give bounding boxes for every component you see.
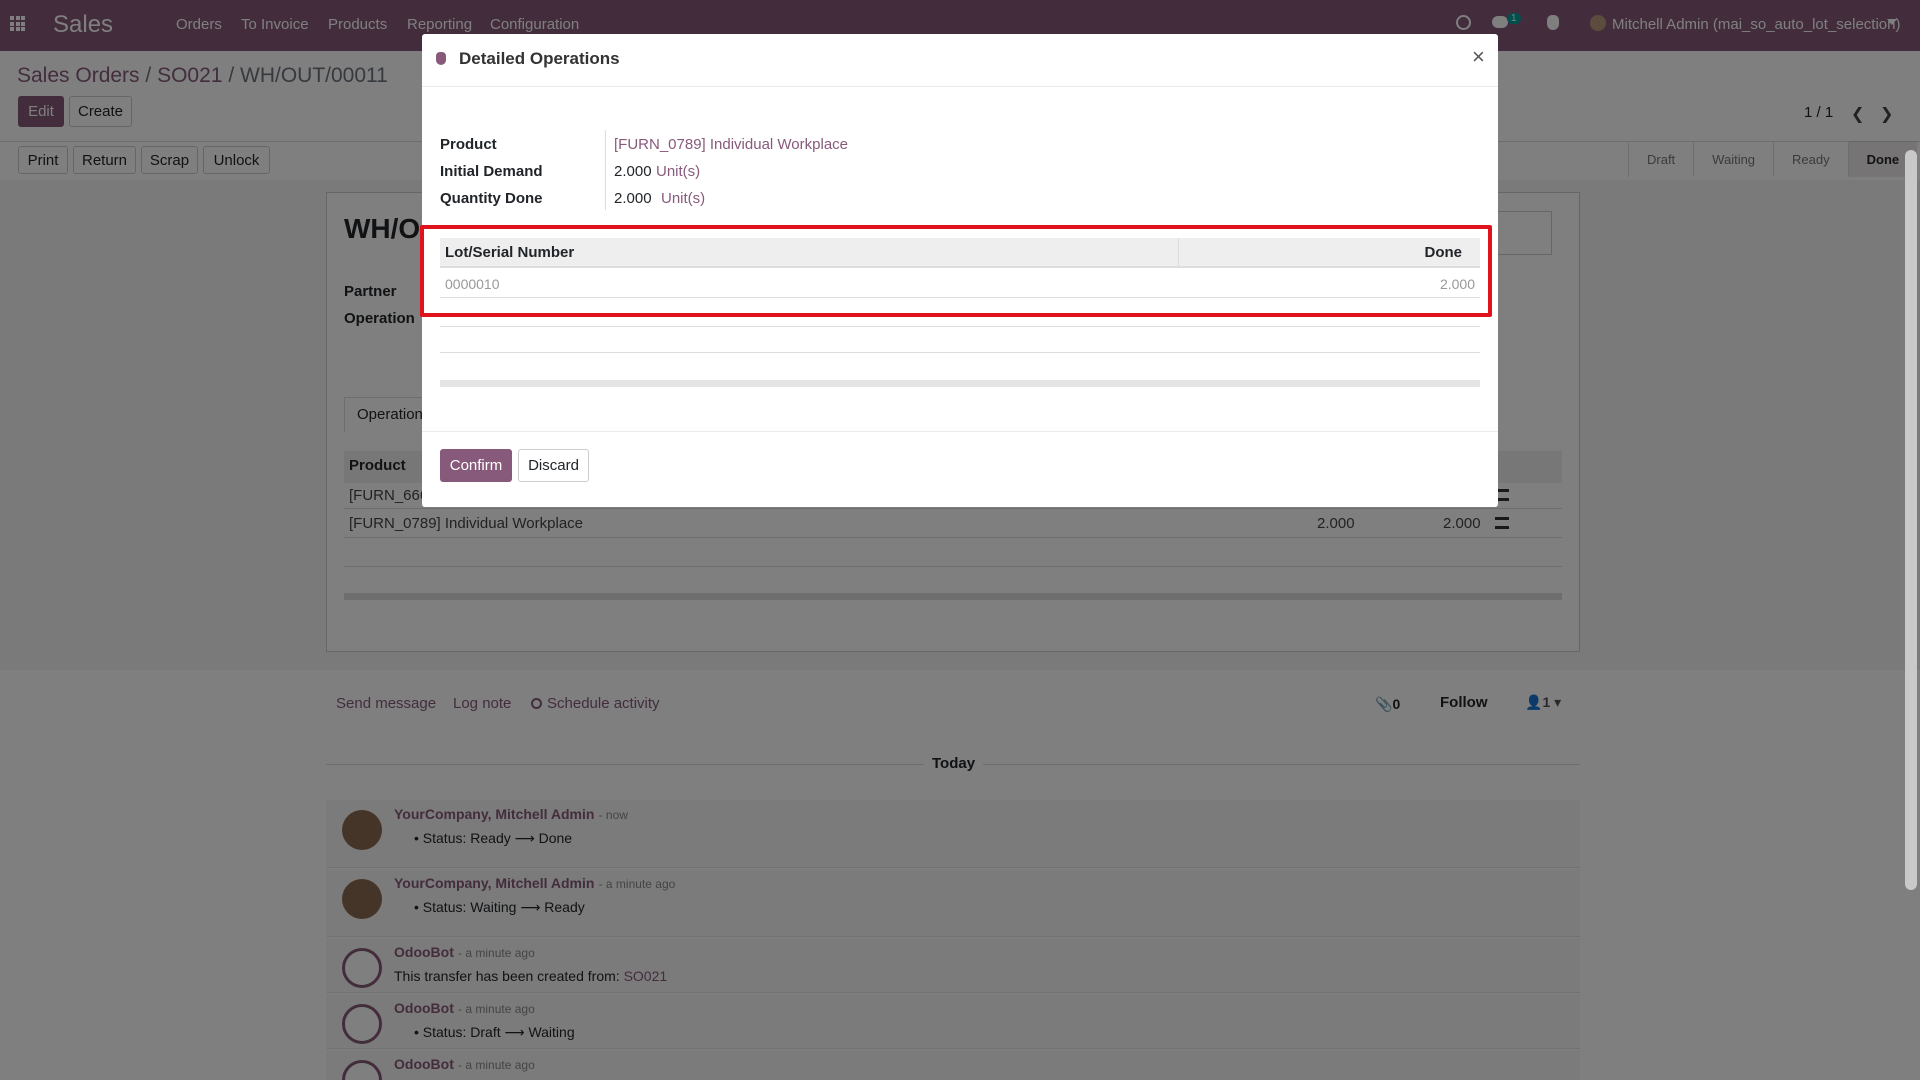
quantity-done-uom[interactable]: Unit(s)	[661, 190, 705, 207]
quantity-done-label: Quantity Done	[440, 190, 543, 207]
modal-title: Detailed Operations	[459, 49, 620, 68]
product-label: Product	[440, 136, 497, 153]
initial-demand-uom[interactable]: Unit(s)	[656, 163, 700, 180]
confirm-button[interactable]: Confirm	[440, 449, 512, 482]
modal-header: Detailed Operations ×	[422, 34, 1498, 87]
discard-button[interactable]: Discard	[518, 449, 589, 482]
page-scrollbar[interactable]	[1905, 150, 1917, 890]
debug-bug-icon[interactable]	[436, 52, 446, 65]
divider	[440, 326, 1480, 327]
modal-footer: Confirm Discard	[422, 431, 1498, 507]
divider	[440, 352, 1480, 353]
close-icon[interactable]: ×	[1472, 44, 1485, 70]
highlight-box	[420, 225, 1492, 317]
horizontal-scrollbar[interactable]	[440, 380, 1480, 387]
product-value-link[interactable]: [FURN_0789] Individual Workplace	[614, 136, 848, 153]
quantity-done-qty: 2.000	[614, 190, 652, 207]
initial-demand-qty: 2.000	[614, 163, 652, 180]
divider	[605, 130, 606, 210]
initial-demand-label: Initial Demand	[440, 163, 543, 180]
